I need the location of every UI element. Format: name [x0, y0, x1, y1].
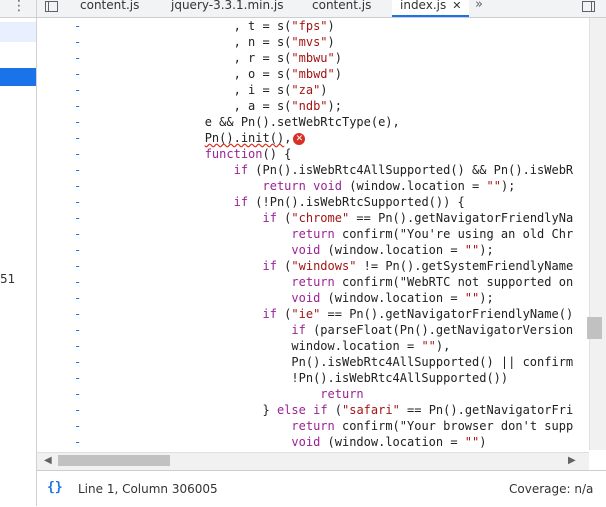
gutter-marker[interactable]: -: [74, 194, 94, 210]
gutter-marker[interactable]: -: [74, 18, 94, 34]
tab-content-js-1[interactable]: content.js: [80, 0, 139, 17]
gutter-marker[interactable]: -: [74, 34, 94, 50]
gutter-marker[interactable]: -: [74, 82, 94, 98]
gutter-marker[interactable]: -: [74, 370, 94, 386]
gutter-marker[interactable]: -: [74, 338, 94, 354]
gutter-marker[interactable]: -: [74, 418, 94, 434]
horizontal-scroll-thumb[interactable]: [58, 455, 170, 466]
status-bar: {} Line 1, Column 306005 Coverage: n/a: [37, 470, 606, 507]
gutter-marker[interactable]: -: [74, 290, 94, 306]
code-text: if (!Pn().isWebRtcSupported()) {: [233, 195, 465, 209]
gutter-marker[interactable]: -: [74, 114, 94, 130]
tab-content-js-2[interactable]: content.js: [312, 0, 371, 17]
error-icon[interactable]: ✕: [293, 132, 306, 145]
left-pane: ⋮ 51: [0, 0, 37, 506]
tab-label: jquery-3.3.1.min.js: [171, 0, 284, 12]
code-text: return confirm("WebRTC not supported on: [291, 275, 574, 289]
code-text: void (window.location = ""): [291, 435, 487, 449]
code-text: window.location = ""),: [118, 339, 451, 353]
gutter-marker[interactable]: -: [74, 178, 94, 194]
more-options-icon[interactable]: ⋮: [12, 0, 26, 14]
gutter-marker[interactable]: -: [74, 306, 94, 322]
code-text: if ("ie" == Pn().getNavigatorFriendlyNam…: [262, 307, 574, 321]
tab-label: index.js: [400, 0, 447, 12]
gutter-marker[interactable]: -: [74, 162, 94, 178]
code-text: , a = s("ndb");: [118, 99, 342, 113]
code-text: , n = s("mvs"): [118, 35, 335, 49]
code-text: return void (window.location = "");: [262, 179, 516, 193]
gutter-marker[interactable]: -: [74, 322, 94, 338]
cursor-position: Line 1, Column 306005: [78, 482, 218, 496]
tab-label: content.js: [312, 0, 372, 12]
coverage-status: Coverage: n/a: [509, 482, 594, 496]
gutter-marker[interactable]: -: [74, 210, 94, 226]
code-text: return confirm("Your browser don't supp: [291, 419, 574, 433]
tab-jquery-min-js[interactable]: jquery-3.3.1.min.js: [171, 0, 283, 17]
code-text: return: [320, 387, 364, 401]
navigator-item-selected[interactable]: [0, 22, 36, 42]
left-pane-header: ⋮: [0, 0, 36, 18]
gutter-marker[interactable]: -: [74, 386, 94, 402]
gutter-marker[interactable]: -: [74, 258, 94, 274]
gutter-marker[interactable]: -: [74, 50, 94, 66]
more-tabs-icon[interactable]: »: [475, 0, 483, 12]
vertical-scroll-thumb[interactable]: [587, 317, 602, 339]
gutter-marker[interactable]: -: [74, 98, 94, 114]
code-text: } else if ("safari" == Pn().getNavigator…: [118, 403, 574, 417]
code-text: !Pn().isWebRtc4AllSupported()): [118, 371, 509, 385]
gutter-marker[interactable]: -: [74, 226, 94, 242]
code-text: void (window.location = "");: [291, 291, 494, 305]
gutter-marker[interactable]: -: [74, 146, 94, 162]
scroll-left-icon[interactable]: ◀: [44, 455, 52, 466]
code-text: if ("windows" != Pn().getSystemFriendlyN…: [262, 259, 574, 273]
code-editor[interactable]: - , t = s("fps") - , n = s("mvs") - , r = …: [37, 18, 589, 450]
code-text: return confirm("You're using an old Chr: [291, 227, 574, 241]
code-text: void (window.location = "");: [291, 243, 494, 257]
tab-index-js[interactable]: index.js ✕: [392, 0, 470, 17]
editor-tab-bar: content.js jquery-3.3.1.min.js content.j…: [37, 0, 606, 18]
code-text: function() {: [204, 147, 292, 161]
toggle-navigator-icon[interactable]: [45, 1, 58, 12]
vertical-scrollbar[interactable]: [589, 18, 606, 450]
code-text: e && Pn().setWebRtcType(e),: [118, 115, 400, 129]
gutter-marker[interactable]: -: [74, 274, 94, 290]
toggle-debugger-icon[interactable]: [582, 1, 595, 12]
navigator-item-active[interactable]: [0, 68, 36, 86]
code-text: if (parseFloat(Pn().getNavigatorVersion: [291, 323, 574, 337]
gutter-marker[interactable]: -: [74, 130, 94, 146]
code-text: if (Pn().isWebRtc4AllSupported() && Pn()…: [233, 163, 574, 177]
left-pane-line-number: 51: [0, 272, 16, 286]
gutter-marker[interactable]: -: [74, 402, 94, 418]
gutter-marker[interactable]: -: [74, 354, 94, 370]
gutter-marker[interactable]: -: [74, 66, 94, 82]
code-text: if ("chrome" == Pn().getNavigatorFriendl…: [262, 211, 574, 225]
code-text: , r = s("mbwu"): [118, 51, 342, 65]
pretty-print-icon[interactable]: {}: [47, 480, 63, 495]
tab-label: content.js: [80, 0, 140, 12]
code-text: Pn().init(), ✕: [118, 130, 306, 146]
close-tab-icon[interactable]: ✕: [452, 0, 461, 12]
code-text: Pn().isWebRtc4AllSupported() || confirm: [118, 355, 574, 369]
code-text: , i = s("za"): [118, 83, 328, 97]
scroll-right-icon[interactable]: ▶: [568, 455, 576, 466]
gutter-marker[interactable]: -: [74, 242, 94, 258]
code-text: , t = s("fps"): [118, 19, 335, 33]
gutter-marker[interactable]: -: [74, 434, 94, 450]
code-text: , o = s("mbwd"): [118, 67, 342, 81]
